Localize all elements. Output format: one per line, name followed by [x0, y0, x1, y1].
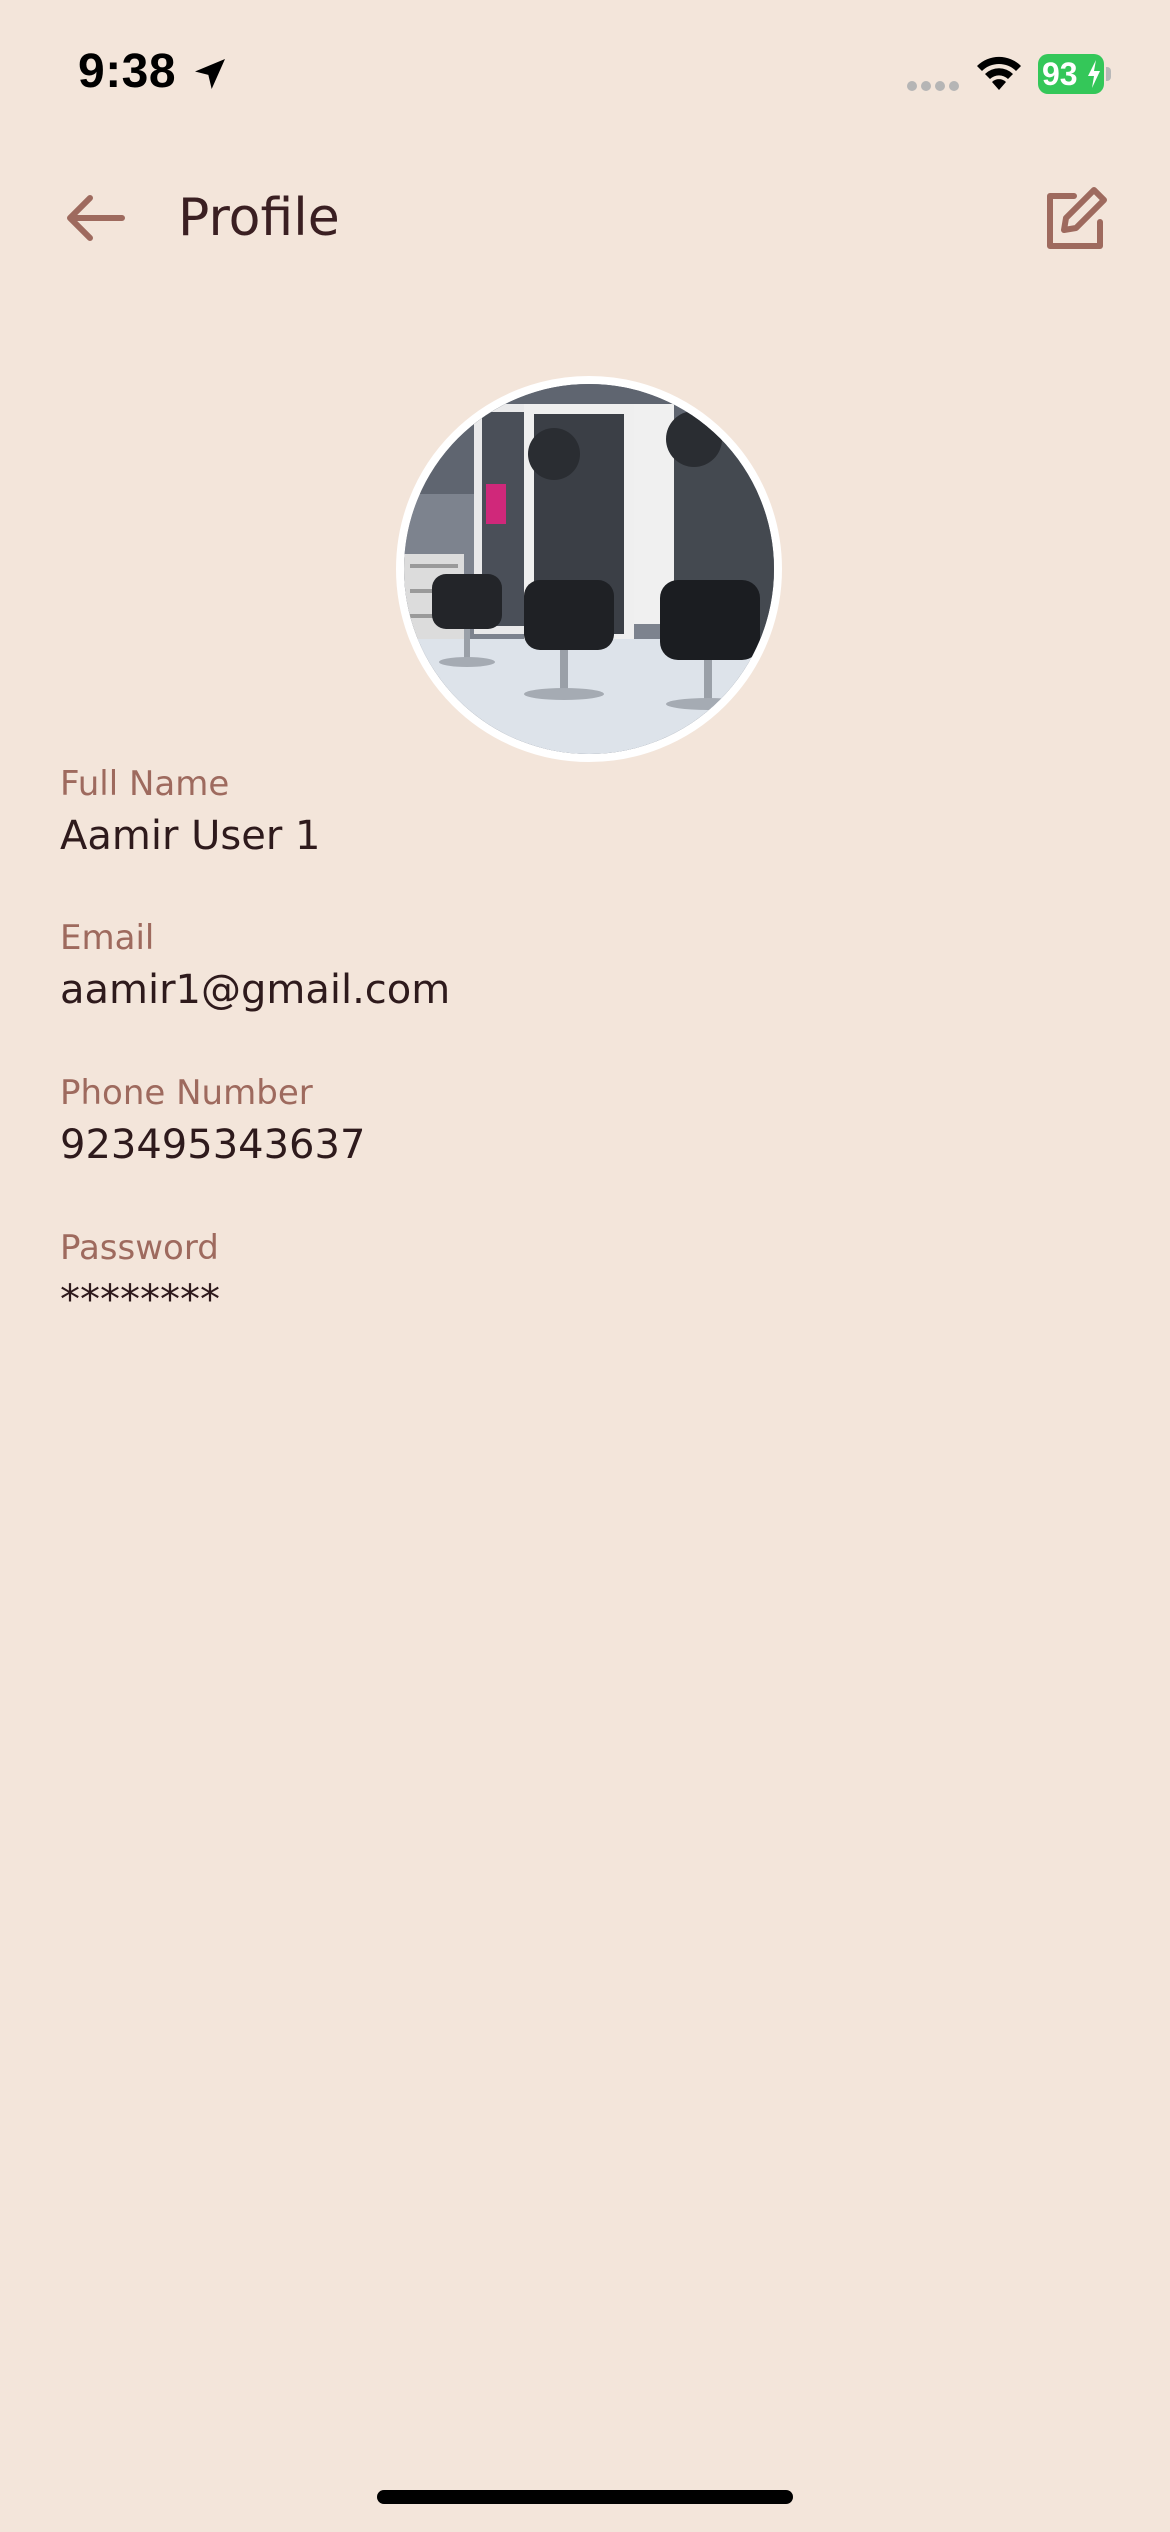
avatar[interactable]: [396, 376, 782, 762]
battery-level: 93: [1042, 56, 1078, 92]
cellular-dots-icon: [907, 81, 959, 91]
status-time: 9:38: [78, 45, 177, 98]
location-arrow-icon: [195, 59, 225, 89]
battery-nub: [1106, 67, 1111, 81]
email-label: Email: [60, 918, 155, 958]
full-name-value: Aamir User 1: [60, 813, 321, 859]
page-title: Profile: [178, 188, 340, 248]
phone-number-value: 923495343637: [60, 1122, 366, 1168]
app-header: Profile: [0, 160, 1170, 280]
full-name-field: Full Name Aamir User 1: [60, 762, 1060, 862]
home-indicator[interactable]: [377, 2490, 793, 2504]
salon-photo: [404, 384, 774, 754]
password-label: Password: [60, 1228, 219, 1268]
battery-charging-icon: 93: [1038, 54, 1111, 94]
phone-number-label: Phone Number: [60, 1073, 313, 1113]
edit-icon[interactable]: [1040, 184, 1110, 254]
status-bar: 9:38 93: [0, 0, 1170, 150]
password-field: Password ********: [60, 1226, 1060, 1326]
charging-bolt-icon: [1088, 60, 1100, 88]
email-field: Email aamir1@gmail.com: [60, 916, 1060, 1016]
full-name-label: Full Name: [60, 764, 230, 804]
password-value: ********: [60, 1277, 220, 1323]
phone-number-field: Phone Number 923495343637: [60, 1071, 1060, 1171]
email-value: aamir1@gmail.com: [60, 967, 451, 1013]
wifi-icon: [977, 56, 1021, 90]
arrow-left-icon[interactable]: [60, 188, 130, 248]
